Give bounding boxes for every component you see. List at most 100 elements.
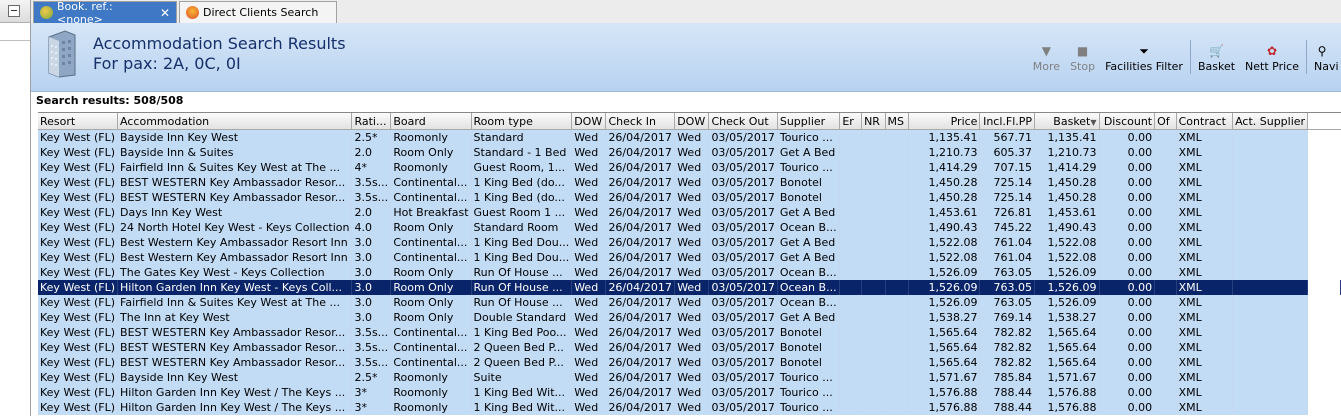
table-cell: 03/05/2017 bbox=[708, 235, 778, 250]
more-button[interactable]: ▼ More bbox=[1028, 37, 1065, 73]
table-cell: XML bbox=[1176, 145, 1234, 160]
table-row[interactable]: Key West (FL) BEST WESTERN Key Ambassador… bbox=[38, 325, 1341, 340]
table-cell bbox=[1232, 235, 1309, 250]
column-header-label: Er bbox=[842, 114, 854, 128]
table-cell: 2.0 bbox=[351, 145, 392, 160]
navigate-label: Navi bbox=[1314, 60, 1339, 73]
table-cell: The Gates Key West - Keys Collection bbox=[117, 265, 353, 280]
table-row[interactable]: Key West (FL) Days Inn Key West 2.0 Hot Bre… bbox=[38, 205, 1341, 220]
table-cell: XML bbox=[1176, 280, 1234, 295]
minimize-icon[interactable] bbox=[8, 5, 20, 17]
table-row[interactable]: Key West (FL) Fairfield Inn & Suites Key … bbox=[38, 160, 1341, 175]
column-header[interactable]: Act. Supplier bbox=[1232, 113, 1309, 130]
table-cell: 1,450.28 bbox=[908, 190, 981, 205]
column-header[interactable]: Contract bbox=[1176, 113, 1234, 130]
table-row[interactable]: Key West (FL) BEST WESTERN Key Ambassador… bbox=[38, 340, 1341, 355]
table-cell: Wed bbox=[674, 190, 710, 205]
close-icon[interactable]: ✕ bbox=[160, 6, 170, 20]
table-row[interactable]: Key West (FL) 24 North Hotel Key West - K… bbox=[38, 220, 1341, 235]
results-table[interactable]: Resort Accommodation Rati... Board Room type… bbox=[38, 112, 1341, 417]
table-cell: Key West (FL) bbox=[38, 295, 119, 310]
table-cell bbox=[885, 235, 910, 250]
table-cell: 1 King Bed Wit... bbox=[471, 400, 573, 415]
basket-button[interactable]: 🛒 Basket bbox=[1193, 37, 1240, 73]
table-row[interactable]: Key West (FL) Bayside Inn & Suites 2.0 Room… bbox=[38, 145, 1341, 160]
table-cell bbox=[861, 355, 886, 370]
column-header[interactable]: Check In bbox=[605, 113, 676, 130]
table-cell: 1,490.43 bbox=[1034, 220, 1100, 235]
table-cell bbox=[1154, 250, 1177, 265]
table-cell bbox=[839, 175, 863, 190]
table-row[interactable]: Key West (FL) Hilton Garden Inn Key West … bbox=[38, 280, 1341, 295]
tab-booking[interactable]: Book. ref.: <none> ✕ bbox=[33, 0, 177, 26]
column-header[interactable]: Er bbox=[839, 113, 863, 130]
column-header[interactable]: Room type bbox=[471, 113, 573, 130]
table-cell: 1,565.64 bbox=[908, 340, 981, 355]
table-cell: 3.5s... bbox=[351, 355, 392, 370]
column-header[interactable]: DOW bbox=[571, 113, 607, 130]
table-row[interactable]: Key West (FL) BEST WESTERN Key Ambassador… bbox=[38, 355, 1341, 370]
table-cell: Bonotel bbox=[777, 325, 841, 340]
table-cell bbox=[1232, 355, 1309, 370]
column-header[interactable]: Board bbox=[390, 113, 472, 130]
table-cell: 1,565.64 bbox=[908, 325, 981, 340]
navigate-button[interactable]: ⚲ Navi bbox=[1309, 37, 1341, 73]
table-cell bbox=[1154, 385, 1177, 400]
table-cell bbox=[885, 145, 910, 160]
table-cell: 1,526.09 bbox=[1034, 265, 1100, 280]
table-cell bbox=[861, 250, 886, 265]
column-header[interactable]: Accommodation bbox=[117, 113, 353, 130]
table-row[interactable]: Key West (FL) BEST WESTERN Key Ambassador… bbox=[38, 190, 1341, 205]
column-header[interactable]: Price bbox=[908, 113, 981, 130]
table-cell: 567.71 bbox=[979, 129, 1036, 145]
column-header[interactable]: Check Out bbox=[708, 113, 778, 130]
table-cell: 0.00 bbox=[1099, 355, 1156, 370]
table-row[interactable]: Key West (FL) Best Western Key Ambassador… bbox=[38, 250, 1341, 265]
nett-price-button[interactable]: ✿ Nett Price bbox=[1240, 37, 1304, 73]
column-header-label: Room type bbox=[473, 114, 533, 128]
table-cell: Roomonly bbox=[390, 385, 472, 400]
table-cell bbox=[1154, 310, 1177, 325]
building-icon bbox=[48, 30, 76, 78]
table-row[interactable]: Key West (FL) Bayside Inn Key West 2.5* Roo… bbox=[38, 129, 1341, 145]
facilities-filter-button[interactable]: ⏷ Facilities Filter bbox=[1100, 37, 1188, 74]
table-row[interactable]: Key West (FL) Hilton Garden Inn Key West … bbox=[38, 385, 1341, 400]
table-row[interactable]: Key West (FL) The Inn at Key West 3.0 Room … bbox=[38, 310, 1341, 325]
table-row[interactable]: Key West (FL) Bayside Inn Key West 2.5* Roo… bbox=[38, 370, 1341, 385]
column-header[interactable]: Resort bbox=[38, 113, 119, 130]
table-cell bbox=[1232, 400, 1309, 415]
table-cell bbox=[861, 295, 886, 310]
table-cell: Wed bbox=[571, 220, 607, 235]
table-cell bbox=[1154, 400, 1177, 415]
table-row[interactable]: Key West (FL) The Gates Key West - Keys C… bbox=[38, 265, 1341, 280]
basket-label: Basket bbox=[1197, 60, 1236, 73]
column-header[interactable]: Of bbox=[1154, 113, 1177, 130]
table-cell: Continental... bbox=[390, 325, 472, 340]
table-row[interactable]: Key West (FL) Fairfield Inn & Suites Key … bbox=[38, 295, 1341, 310]
filter-icon: ⏷ bbox=[1139, 43, 1149, 58]
table-row[interactable]: Key West (FL) Best Western Key Ambassador… bbox=[38, 235, 1341, 250]
column-header[interactable]: DOW bbox=[674, 113, 710, 130]
stop-label: Stop bbox=[1070, 60, 1096, 73]
table-cell: Tourico ... bbox=[777, 160, 841, 175]
column-header[interactable]: Rati... bbox=[351, 113, 392, 130]
table-cell: BEST WESTERN Key Ambassador Resor... bbox=[117, 175, 353, 190]
table-row[interactable]: Key West (FL) BEST WESTERN Key Ambassador… bbox=[38, 175, 1341, 190]
table-cell: Wed bbox=[674, 370, 710, 385]
table-cell: Wed bbox=[571, 400, 607, 415]
column-header[interactable]: Basket▼ bbox=[1034, 113, 1100, 130]
tab-direct-clients-search[interactable]: Direct Clients Search bbox=[179, 1, 337, 23]
column-header[interactable]: MS bbox=[885, 113, 910, 130]
column-header[interactable]: NR bbox=[861, 113, 886, 130]
table-cell bbox=[861, 340, 886, 355]
table-cell bbox=[1232, 175, 1309, 190]
table-cell bbox=[1154, 235, 1177, 250]
column-header[interactable]: Incl.Fl.PP bbox=[979, 113, 1036, 130]
table-cell: Double Standard bbox=[471, 310, 573, 325]
table-cell: BEST WESTERN Key Ambassador Resor... bbox=[117, 355, 353, 370]
column-header[interactable]: Discount bbox=[1099, 113, 1156, 130]
stop-button[interactable]: ■ Stop bbox=[1065, 37, 1100, 73]
table-cell bbox=[885, 385, 910, 400]
table-row[interactable]: Key West (FL) Hilton Garden Inn Key West … bbox=[38, 400, 1341, 415]
column-header[interactable]: Supplier bbox=[777, 113, 841, 130]
